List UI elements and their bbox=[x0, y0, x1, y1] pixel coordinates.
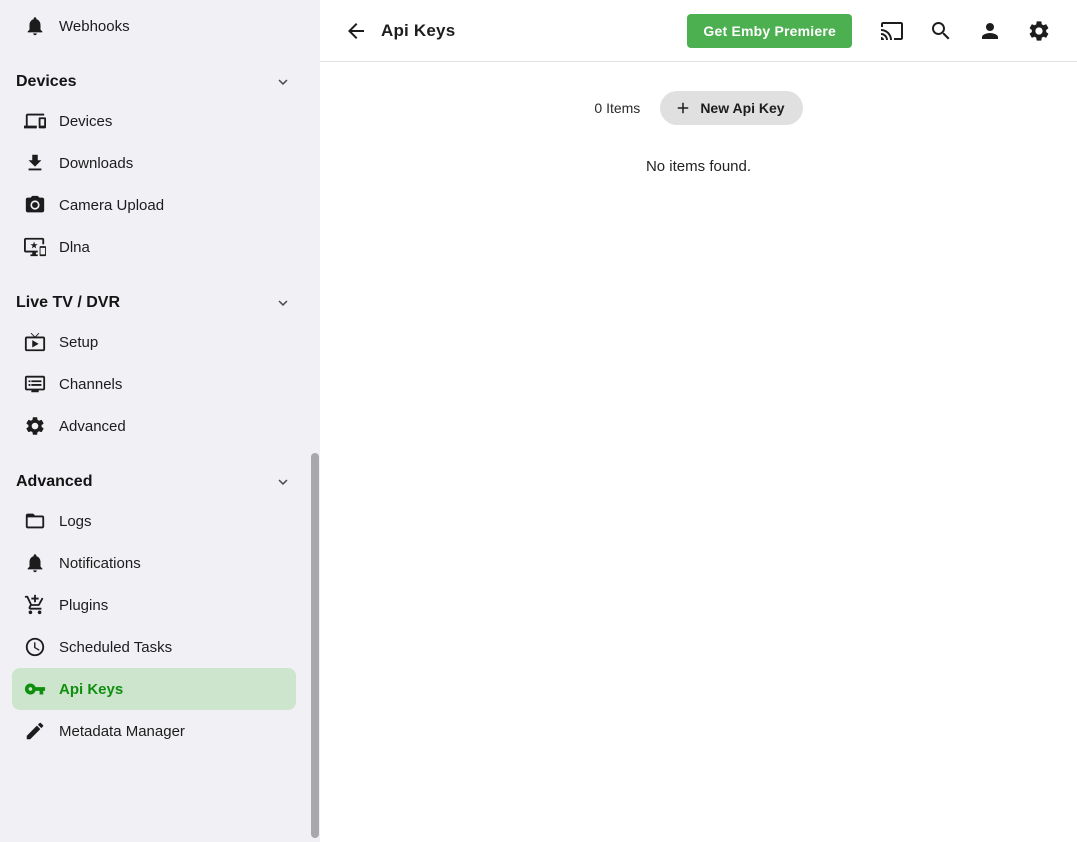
download-icon bbox=[24, 152, 46, 174]
sidebar-item-label: Downloads bbox=[59, 155, 133, 172]
folder-icon bbox=[24, 510, 46, 532]
sidebar-item-setup[interactable]: Setup bbox=[12, 321, 296, 363]
new-api-key-label: New Api Key bbox=[700, 100, 784, 116]
app-window: Webhooks Devices Devices Downloads Camera Up… bbox=[0, 0, 1077, 842]
new-api-key-button[interactable]: New Api Key bbox=[660, 91, 802, 125]
sidebar-item-channels[interactable]: Channels bbox=[12, 363, 296, 405]
sidebar-item-devices[interactable]: Devices bbox=[12, 100, 296, 142]
items-count: 0 Items bbox=[594, 100, 640, 116]
sidebar-item-label: Notifications bbox=[59, 555, 141, 572]
sidebar-item-dlna[interactable]: Dlna bbox=[12, 226, 296, 268]
sidebar-item-downloads[interactable]: Downloads bbox=[12, 142, 296, 184]
sidebar-scrollbar-thumb[interactable] bbox=[311, 453, 319, 838]
plus-icon bbox=[674, 99, 692, 117]
settings-button[interactable] bbox=[1027, 19, 1051, 43]
section-label: Live TV / DVR bbox=[16, 294, 120, 312]
section-label: Devices bbox=[16, 73, 77, 91]
devices-icon bbox=[24, 110, 46, 132]
gear-icon bbox=[1027, 19, 1051, 43]
clock-icon bbox=[24, 636, 46, 658]
header-icons bbox=[880, 19, 1051, 43]
sidebar-item-plugins[interactable]: Plugins bbox=[12, 584, 296, 626]
list-toolbar: 0 Items New Api Key bbox=[320, 91, 1077, 125]
dvr-icon bbox=[24, 373, 46, 395]
sidebar-item-notifications[interactable]: Notifications bbox=[12, 542, 296, 584]
sidebar-item-label: Camera Upload bbox=[59, 197, 164, 214]
sidebar-item-label: Devices bbox=[59, 113, 112, 130]
user-button[interactable] bbox=[978, 19, 1002, 43]
sidebar-item-label: Channels bbox=[59, 376, 122, 393]
cast-button[interactable] bbox=[880, 19, 904, 43]
sidebar-item-scheduled-tasks[interactable]: Scheduled Tasks bbox=[12, 626, 296, 668]
search-icon bbox=[929, 19, 953, 43]
gear-icon bbox=[24, 415, 46, 437]
app-header: Api Keys Get Emby Premiere bbox=[320, 0, 1077, 62]
sidebar-nav: Webhooks Devices Devices Downloads Camera Up… bbox=[0, 5, 320, 752]
sidebar-section-live-tv-dvr[interactable]: Live TV / DVR bbox=[0, 285, 320, 321]
sidebar-item-label: Metadata Manager bbox=[59, 723, 185, 740]
search-button[interactable] bbox=[929, 19, 953, 43]
important-devices-icon bbox=[24, 236, 46, 258]
camera-icon bbox=[24, 194, 46, 216]
sidebar-item-label: Api Keys bbox=[59, 681, 123, 698]
sidebar: Webhooks Devices Devices Downloads Camera Up… bbox=[0, 0, 320, 842]
chevron-down-icon bbox=[274, 73, 292, 91]
sidebar-item-label: Scheduled Tasks bbox=[59, 639, 172, 656]
sidebar-item-label: Dlna bbox=[59, 239, 90, 256]
sidebar-item-api-keys[interactable]: Api Keys bbox=[12, 668, 296, 710]
bell-icon bbox=[24, 15, 46, 37]
cart-plus-icon bbox=[24, 594, 46, 616]
person-icon bbox=[978, 19, 1002, 43]
chevron-down-icon bbox=[274, 473, 292, 491]
chevron-down-icon bbox=[274, 294, 292, 312]
pencil-icon bbox=[24, 720, 46, 742]
main-panel: Api Keys Get Emby Premiere 0 It bbox=[320, 0, 1077, 842]
empty-message: No items found. bbox=[646, 158, 751, 175]
content-area: 0 Items New Api Key No items found. bbox=[320, 62, 1077, 842]
get-emby-premiere-button[interactable]: Get Emby Premiere bbox=[687, 14, 852, 48]
sidebar-item-label: Setup bbox=[59, 334, 98, 351]
bell-icon bbox=[24, 552, 46, 574]
key-icon bbox=[24, 678, 46, 700]
sidebar-item-webhooks[interactable]: Webhooks bbox=[12, 5, 296, 47]
sidebar-item-label: Plugins bbox=[59, 597, 108, 614]
sidebar-section-devices[interactable]: Devices bbox=[0, 64, 320, 100]
section-label: Advanced bbox=[16, 473, 92, 491]
sidebar-section-advanced[interactable]: Advanced bbox=[0, 464, 320, 500]
arrow-back-icon bbox=[344, 19, 368, 43]
back-button[interactable] bbox=[344, 19, 368, 43]
page-title: Api Keys bbox=[381, 21, 455, 41]
cast-icon bbox=[880, 19, 904, 43]
sidebar-item-label: Webhooks bbox=[59, 18, 130, 35]
sidebar-item-advanced[interactable]: Advanced bbox=[12, 405, 296, 447]
sidebar-item-label: Advanced bbox=[59, 418, 126, 435]
sidebar-item-logs[interactable]: Logs bbox=[12, 500, 296, 542]
live-tv-icon bbox=[24, 331, 46, 353]
sidebar-item-label: Logs bbox=[59, 513, 92, 530]
sidebar-item-camera-upload[interactable]: Camera Upload bbox=[12, 184, 296, 226]
sidebar-item-metadata-manager[interactable]: Metadata Manager bbox=[12, 710, 296, 752]
